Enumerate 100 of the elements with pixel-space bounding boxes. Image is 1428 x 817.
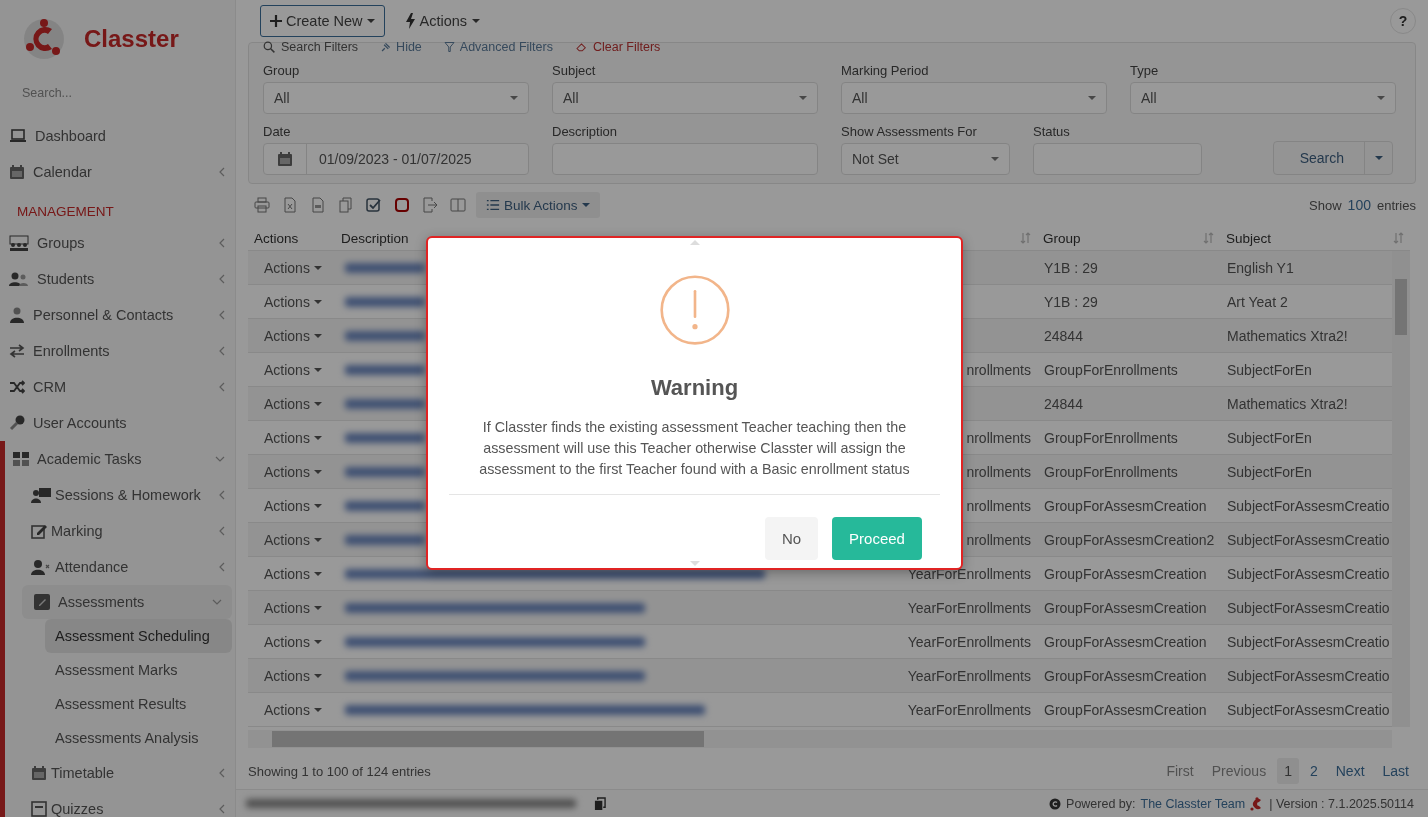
sidebar-item[interactable]: CRM <box>0 369 235 405</box>
pagination-link[interactable]: Last <box>1375 758 1416 784</box>
sidebar-item[interactable]: Enrollments <box>0 333 235 369</box>
row-actions-button[interactable]: Actions <box>264 429 322 446</box>
row-actions-button[interactable]: Actions <box>264 565 322 582</box>
select-field[interactable]: All <box>552 82 818 114</box>
caret-icon <box>366 19 375 23</box>
table-cell: SubjectForAssesmCreatio <box>1227 565 1390 582</box>
actions-button[interactable]: Actions <box>398 13 487 29</box>
filter-link[interactable]: Advanced Filters <box>443 40 553 54</box>
filter-icon <box>443 41 455 53</box>
table-cell: Y1B : 29 <box>1044 259 1098 276</box>
list-icon <box>486 198 500 212</box>
vertical-scrollbar[interactable] <box>1392 251 1410 727</box>
row-actions-button[interactable]: Actions <box>264 531 322 548</box>
row-actions-button[interactable]: Actions <box>264 259 322 276</box>
sidebar-item[interactable]: Assessments Analysis <box>45 721 232 755</box>
team-link[interactable]: The Classter Team <box>1140 796 1246 811</box>
bulk-actions-button[interactable]: Bulk Actions <box>476 192 600 218</box>
row-actions-button[interactable]: Actions <box>264 395 322 412</box>
row-actions-button[interactable]: Actions <box>264 497 322 514</box>
proceed-button[interactable]: Proceed <box>832 517 922 560</box>
copyright-icon <box>1049 797 1062 810</box>
pagination-link[interactable]: Next <box>1328 758 1372 784</box>
select-field[interactable]: All <box>841 82 1107 114</box>
table-cell: SubjectForAssesmCreatio <box>1227 531 1390 548</box>
column-header[interactable]: Actions <box>254 230 335 246</box>
sidebar-item[interactable]: Academic Tasks <box>5 441 235 477</box>
table-cell: nrollments <box>966 531 1031 548</box>
row-actions-button[interactable]: Actions <box>264 327 322 344</box>
pagination-link[interactable]: 2 <box>1302 758 1325 784</box>
caret-icon <box>313 707 322 712</box>
search-field[interactable]: Search... <box>18 82 216 104</box>
select-field[interactable]: Not Set <box>841 143 1010 175</box>
laptop-icon <box>9 128 27 144</box>
sidebar-item[interactable]: Assessment Results <box>45 687 232 721</box>
table-cell: SubjectForAssesmCreatio <box>1227 667 1390 684</box>
caret-icon <box>313 367 322 372</box>
form-icon <box>31 801 47 817</box>
table-cell: GroupForAssesmCreation <box>1044 633 1207 650</box>
table-cell: English Y1 <box>1227 259 1294 276</box>
create-new-button[interactable]: Create New <box>260 5 385 37</box>
scrollbar-thumb[interactable] <box>1395 279 1407 335</box>
table-cell: GroupForAssesmCreation <box>1044 599 1207 616</box>
row-actions-button[interactable]: Actions <box>264 633 322 650</box>
page-size-select[interactable]: 100 <box>1347 197 1371 213</box>
sidebar-item[interactable]: Assessments <box>22 585 232 619</box>
date-range-field[interactable]: 01/09/2023 - 01/07/2025 <box>263 143 529 175</box>
help-button[interactable]: ? <box>1390 8 1416 34</box>
sidebar-item[interactable]: User Accounts <box>0 405 235 441</box>
plus-icon <box>270 15 282 27</box>
filter-link[interactable]: Hide <box>380 40 422 54</box>
table-cell: Y1B : 29 <box>1044 293 1098 310</box>
field-label: Description <box>552 124 619 139</box>
caret-icon <box>313 503 322 508</box>
chevron-left-icon <box>219 768 225 778</box>
table-cell: SubjectForEn <box>1227 463 1312 480</box>
row-actions-button[interactable]: Actions <box>264 293 322 310</box>
table-cell: nrollments <box>966 361 1031 378</box>
caret-icon <box>313 605 322 610</box>
field-label: Status <box>1033 124 1071 139</box>
sidebar-item[interactable]: Timetable <box>5 755 235 791</box>
sidebar-item[interactable]: Sessions & Homework <box>5 477 235 513</box>
row-actions-button[interactable]: Actions <box>264 701 322 718</box>
chevron-down-icon <box>215 455 225 463</box>
horizontal-scrollbar[interactable] <box>248 730 1392 748</box>
sidebar-item[interactable]: Personnel & Contacts <box>0 297 235 333</box>
bolt-icon <box>404 13 415 29</box>
sidebar-item[interactable]: Attendance <box>5 549 235 585</box>
pagination-link[interactable]: 1 <box>1277 758 1299 784</box>
sidebar-item[interactable]: Students <box>0 261 235 297</box>
table-cell: Mathematics Xtra2! <box>1227 395 1348 412</box>
row-actions-button[interactable]: Actions <box>264 463 322 480</box>
users-icon <box>9 271 29 287</box>
caret-icon <box>313 435 322 440</box>
caret-icon <box>313 673 322 678</box>
pin-icon <box>380 41 392 53</box>
powered-by-label: Powered by: <box>1066 796 1136 811</box>
scrollbar-thumb[interactable] <box>272 731 704 747</box>
sidebar-item[interactable]: Calendar <box>0 154 235 190</box>
caret-icon <box>313 401 322 406</box>
filter-link[interactable]: Clear Filters <box>574 40 661 54</box>
row-actions-button[interactable]: Actions <box>264 599 322 616</box>
sidebar-item[interactable]: Groups <box>0 225 235 261</box>
row-actions-button[interactable]: Actions <box>264 667 322 684</box>
cancel-button[interactable]: No <box>765 517 818 560</box>
chevron-left-icon <box>219 167 225 177</box>
table-cell: nrollments <box>966 429 1031 446</box>
sidebar-item[interactable]: Dashboard <box>0 118 235 154</box>
column-header[interactable]: Group <box>1043 230 1203 246</box>
sidebar-item[interactable]: Assessment Marks <box>45 653 232 687</box>
sidebar-item[interactable]: Assessment Scheduling <box>45 619 232 653</box>
select-field[interactable]: All <box>1130 82 1396 114</box>
entries-info: Showing 1 to 100 of 124 entries <box>248 763 431 779</box>
sidebar-item[interactable]: Marking <box>5 513 235 549</box>
chevron-left-icon <box>219 310 225 320</box>
sidebar-item[interactable]: Quizzes <box>5 791 235 817</box>
select-field[interactable]: All <box>263 82 529 114</box>
column-header[interactable]: Subject <box>1226 230 1393 246</box>
row-actions-button[interactable]: Actions <box>264 361 322 378</box>
